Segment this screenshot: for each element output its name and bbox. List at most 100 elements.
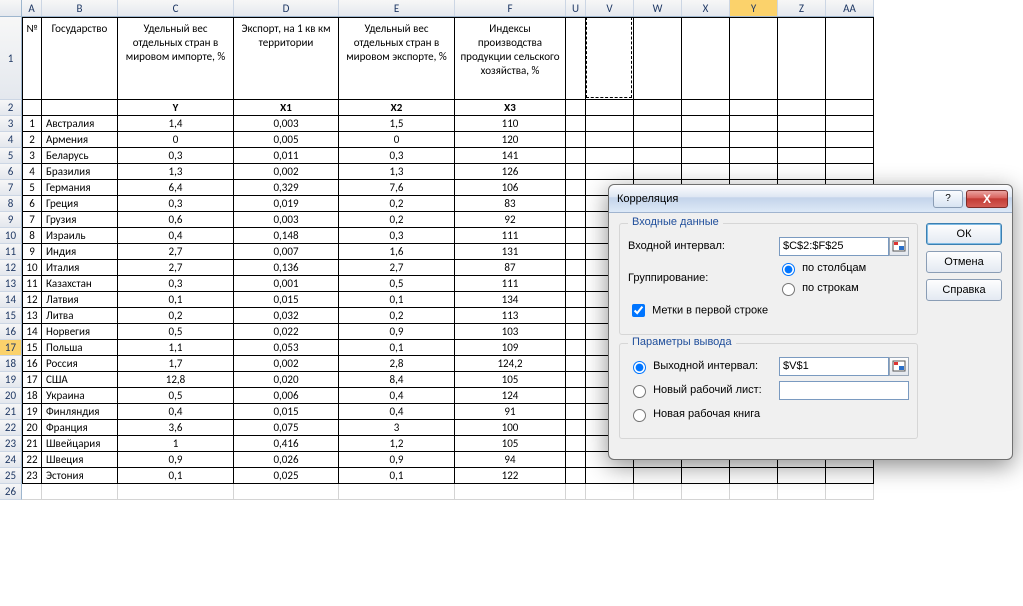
input-range-field[interactable] — [779, 237, 889, 256]
row-header-26[interactable]: 26 — [0, 484, 22, 500]
row-x1-13[interactable]: 0,001 — [234, 276, 339, 292]
row-x2-15[interactable]: 0,2 — [339, 308, 455, 324]
row-x1-11[interactable]: 0,007 — [234, 244, 339, 260]
cell-U24[interactable] — [566, 452, 586, 468]
row-x2-5[interactable]: 0,3 — [339, 148, 455, 164]
row-x3-15[interactable]: 113 — [455, 308, 566, 324]
row-x2-24[interactable]: 0,9 — [339, 452, 455, 468]
row-state-21[interactable]: Финляндия — [42, 404, 118, 420]
row-header-16[interactable]: 16 — [0, 324, 22, 340]
row-state-11[interactable]: Индия — [42, 244, 118, 260]
row-y-10[interactable]: 0,4 — [118, 228, 234, 244]
row-y-25[interactable]: 0,1 — [118, 468, 234, 484]
row-x3-24[interactable]: 94 — [455, 452, 566, 468]
cell-W5[interactable] — [634, 148, 682, 164]
var-label-A[interactable] — [22, 100, 42, 116]
col-header-B[interactable]: B — [42, 0, 118, 16]
header-cell-F[interactable]: Индексы производства продукции сельского… — [455, 17, 566, 100]
row-header-8[interactable]: 8 — [0, 196, 22, 212]
cell-A26[interactable] — [22, 484, 42, 500]
row-x1-18[interactable]: 0,002 — [234, 356, 339, 372]
header-cell-C[interactable]: Удельный вес отдельных стран в мировом и… — [118, 17, 234, 100]
row-state-17[interactable]: Польша — [42, 340, 118, 356]
cell-B26[interactable] — [42, 484, 118, 500]
row-header-14[interactable]: 14 — [0, 292, 22, 308]
select-all-corner[interactable] — [0, 0, 22, 16]
cell-U21[interactable] — [566, 404, 586, 420]
row-x3-11[interactable]: 131 — [455, 244, 566, 260]
row-y-11[interactable]: 2,7 — [118, 244, 234, 260]
row-x1-3[interactable]: 0,003 — [234, 116, 339, 132]
row-x2-19[interactable]: 8,4 — [339, 372, 455, 388]
row-x2-8[interactable]: 0,2 — [339, 196, 455, 212]
cell-U4[interactable] — [566, 132, 586, 148]
row-y-20[interactable]: 0,5 — [118, 388, 234, 404]
row-x1-21[interactable]: 0,015 — [234, 404, 339, 420]
row-y-17[interactable]: 1,1 — [118, 340, 234, 356]
group-by-cols-radio[interactable]: по столбцам — [777, 260, 909, 276]
col-header-D[interactable]: D — [234, 0, 339, 16]
row-header-5[interactable]: 5 — [0, 148, 22, 164]
row-state-12[interactable]: Италия — [42, 260, 118, 276]
row-x2-11[interactable]: 1,6 — [339, 244, 455, 260]
row-state-10[interactable]: Израиль — [42, 228, 118, 244]
row-header-22[interactable]: 22 — [0, 420, 22, 436]
row-n-17[interactable]: 15 — [22, 340, 42, 356]
var-label-F[interactable]: X3 — [455, 100, 566, 116]
row-state-4[interactable]: Армения — [42, 132, 118, 148]
row-state-22[interactable]: Франция — [42, 420, 118, 436]
cell-Y4[interactable] — [730, 132, 778, 148]
row-x1-22[interactable]: 0,075 — [234, 420, 339, 436]
row-x3-13[interactable]: 111 — [455, 276, 566, 292]
row-x1-12[interactable]: 0,136 — [234, 260, 339, 276]
header-cell-B[interactable]: Государство — [42, 17, 118, 100]
cell-Z1[interactable] — [778, 17, 826, 100]
cell-Y2[interactable] — [730, 100, 778, 116]
row-header-20[interactable]: 20 — [0, 388, 22, 404]
row-x2-16[interactable]: 0,9 — [339, 324, 455, 340]
cell-Z25[interactable] — [778, 468, 826, 484]
row-n-6[interactable]: 4 — [22, 164, 42, 180]
row-y-9[interactable]: 0,6 — [118, 212, 234, 228]
row-x1-8[interactable]: 0,019 — [234, 196, 339, 212]
row-x2-3[interactable]: 1,5 — [339, 116, 455, 132]
cell-U8[interactable] — [566, 196, 586, 212]
cell-Z6[interactable] — [778, 164, 826, 180]
row-x3-6[interactable]: 126 — [455, 164, 566, 180]
row-header-15[interactable]: 15 — [0, 308, 22, 324]
row-state-6[interactable]: Бразилия — [42, 164, 118, 180]
cell-AA2[interactable] — [826, 100, 874, 116]
col-header-E[interactable]: E — [339, 0, 455, 16]
cell-U6[interactable] — [566, 164, 586, 180]
row-header-12[interactable]: 12 — [0, 260, 22, 276]
cell-W2[interactable] — [634, 100, 682, 116]
row-x2-10[interactable]: 0,3 — [339, 228, 455, 244]
cell-Y5[interactable] — [730, 148, 778, 164]
row-n-12[interactable]: 10 — [22, 260, 42, 276]
row-y-3[interactable]: 1,4 — [118, 116, 234, 132]
row-state-13[interactable]: Казахстан — [42, 276, 118, 292]
output-range-radio[interactable]: Выходной интервал: — [628, 358, 779, 374]
row-n-4[interactable]: 2 — [22, 132, 42, 148]
row-x3-25[interactable]: 122 — [455, 468, 566, 484]
col-header-V[interactable]: V — [586, 0, 634, 16]
row-y-7[interactable]: 6,4 — [118, 180, 234, 196]
header-cell-D[interactable]: Экспорт, на 1 кв км территории — [234, 17, 339, 100]
col-header-W[interactable]: W — [634, 0, 682, 16]
cell-W1[interactable] — [634, 17, 682, 100]
cell-C26[interactable] — [118, 484, 234, 500]
cell-AA1[interactable] — [826, 17, 874, 100]
row-x1-15[interactable]: 0,032 — [234, 308, 339, 324]
row-header-23[interactable]: 23 — [0, 436, 22, 452]
row-n-19[interactable]: 17 — [22, 372, 42, 388]
row-header-18[interactable]: 18 — [0, 356, 22, 372]
row-header-1[interactable]: 1 — [0, 17, 22, 100]
output-range-refselect-button[interactable] — [889, 357, 909, 376]
cell-U20[interactable] — [566, 388, 586, 404]
cell-E26[interactable] — [339, 484, 455, 500]
new-worksheet-radio[interactable]: Новый рабочий лист: — [628, 382, 779, 398]
row-header-19[interactable]: 19 — [0, 372, 22, 388]
cancel-button[interactable]: Отмена — [926, 251, 1002, 273]
row-x2-13[interactable]: 0,5 — [339, 276, 455, 292]
row-x1-5[interactable]: 0,011 — [234, 148, 339, 164]
